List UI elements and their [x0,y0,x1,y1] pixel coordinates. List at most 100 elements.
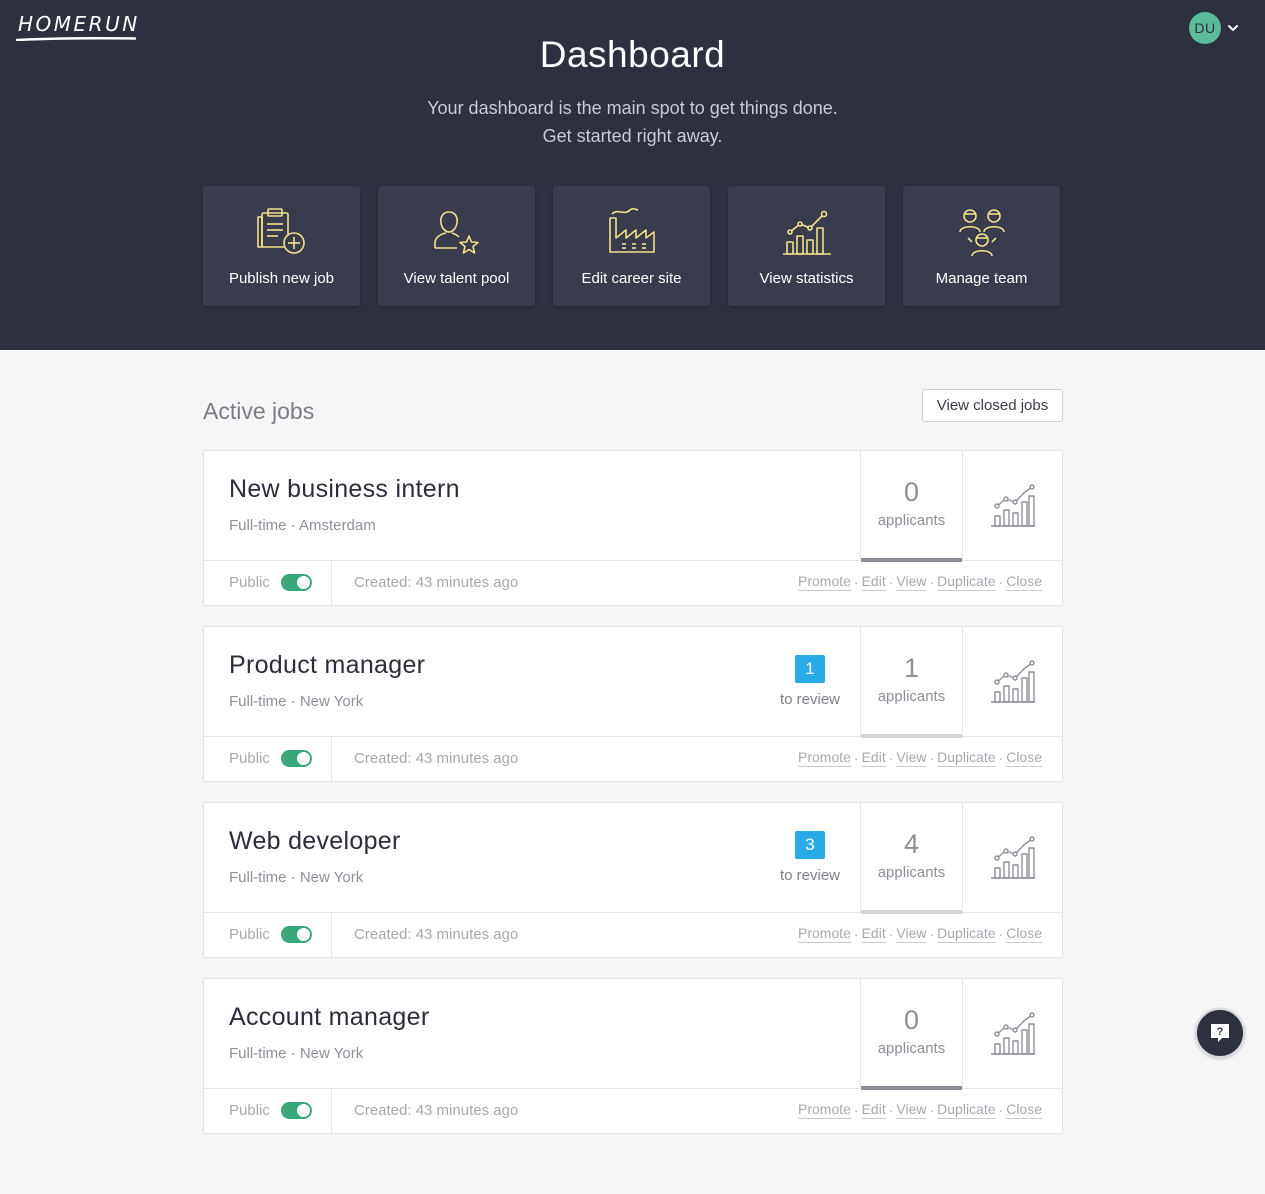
separator: · [929,750,935,766]
job-statistics-button[interactable] [962,979,1062,1089]
job-card: Account manager Full-time · New York 0 a… [203,978,1063,1134]
applicants-count: 4 [903,829,920,859]
public-toggle[interactable] [281,926,312,943]
dashboard-hero: HOMERUN DU Dashboard Your dashboard is t… [0,0,1265,350]
active-jobs-heading: Active jobs [203,398,315,424]
to-review-counter[interactable]: 3 to review [764,831,856,884]
job-title[interactable]: Web developer [229,827,401,856]
view-closed-jobs-button[interactable]: View closed jobs [922,389,1063,422]
view-link[interactable]: View [896,925,927,943]
applicants-counter[interactable]: 0 applicants [860,979,962,1090]
job-statistics-button[interactable] [962,451,1062,561]
statistics-icon [990,484,1035,527]
manage-team-button[interactable]: Manage team [903,186,1060,306]
to-review-counter[interactable]: 1 to review [764,655,856,708]
applicants-counter[interactable]: 0 applicants [860,451,962,562]
job-title[interactable]: Product manager [229,651,425,680]
created-timestamp: Created: 43 minutes ago [354,750,519,767]
duplicate-link[interactable]: Duplicate [937,1101,996,1119]
to-review-label: to review [779,867,841,884]
help-chat-icon: ? [1211,1024,1229,1042]
job-title[interactable]: New business intern [229,475,460,504]
edit-career-site-button[interactable]: Edit career site [553,186,710,306]
job-meta: Full-time · New York [229,869,364,886]
promote-link[interactable]: Promote [798,1101,851,1119]
promote-link[interactable]: Promote [798,925,851,943]
page-subtitle-line1: Your dashboard is the main spot to get t… [427,98,838,118]
promote-link[interactable]: Promote [798,749,851,767]
visibility-control: Public [204,561,332,605]
job-card-footer: Public Created: 43 minutes ago Promote · … [204,1089,1062,1133]
homerun-logo[interactable]: HOMERUN [18,12,140,36]
to-review-badge: 1 [795,655,825,683]
close-link[interactable]: Close [1006,749,1042,767]
duplicate-link[interactable]: Duplicate [937,749,996,767]
job-meta: Full-time · New York [229,1045,364,1062]
visibility-label: Public [229,926,270,943]
public-toggle[interactable] [281,574,312,591]
job-statistics-button[interactable] [962,803,1062,913]
edit-link[interactable]: Edit [861,573,886,591]
job-card-footer: Public Created: 43 minutes ago Promote · … [204,913,1062,957]
statistics-icon [990,1012,1035,1055]
public-toggle[interactable] [281,1102,312,1119]
close-link[interactable]: Close [1006,573,1042,591]
separator: · [888,926,894,942]
to-review-label: to review [779,691,841,708]
applicants-counter[interactable]: 4 applicants [860,803,962,914]
job-card-header: Web developer Full-time · New York 3 to … [204,803,1062,914]
close-link[interactable]: Close [1006,1101,1042,1119]
job-meta: Full-time · New York [229,693,364,710]
job-card: New business intern Full-time · Amsterda… [203,450,1063,606]
publish-new-job-label: Publish new job [228,270,335,287]
separator: · [888,1102,894,1118]
help-chat-button[interactable]: ? [1195,1008,1245,1058]
duplicate-link[interactable]: Duplicate [937,925,996,943]
view-link[interactable]: View [896,1101,927,1119]
applicants-counter[interactable]: 1 applicants [860,627,962,738]
view-statistics-button[interactable]: View statistics [728,186,885,306]
visibility-label: Public [229,750,270,767]
job-actions: Promote · Edit · View · Duplicate · Close [798,925,1042,943]
separator: · [998,574,1004,590]
job-card: Web developer Full-time · New York 3 to … [203,802,1063,958]
job-title[interactable]: Account manager [229,1003,429,1032]
job-card-footer: Public Created: 43 minutes ago Promote · … [204,561,1062,605]
job-statistics-button[interactable] [962,627,1062,737]
job-card-footer: Public Created: 43 minutes ago Promote · … [204,737,1062,781]
job-meta: Full-time · Amsterdam [229,517,376,534]
view-talent-pool-button[interactable]: View talent pool [378,186,535,306]
separator: · [998,1102,1004,1118]
promote-link[interactable]: Promote [798,573,851,591]
separator: · [853,926,859,942]
quick-actions: Publish new job View talent pool Edit ca… [203,186,1060,306]
applicants-label: applicants [877,864,946,881]
separator: · [853,574,859,590]
toggle-knob [297,1104,310,1117]
edit-link[interactable]: Edit [861,749,886,767]
close-link[interactable]: Close [1006,925,1042,943]
applicants-label: applicants [877,688,946,705]
edit-link[interactable]: Edit [861,1101,886,1119]
duplicate-link[interactable]: Duplicate [937,573,996,591]
edit-link[interactable]: Edit [861,925,886,943]
toggle-knob [297,576,310,589]
manage-team-label: Manage team [935,270,1028,287]
job-card: Product manager Full-time · New York 1 t… [203,626,1063,782]
publish-new-job-button[interactable]: Publish new job [203,186,360,306]
public-toggle[interactable] [281,750,312,767]
job-card-header: Account manager Full-time · New York 0 a… [204,979,1062,1090]
toggle-knob [297,928,310,941]
separator: · [888,574,894,590]
visibility-control: Public [204,913,332,957]
view-link[interactable]: View [896,573,927,591]
created-timestamp: Created: 43 minutes ago [354,1102,519,1119]
view-link[interactable]: View [896,749,927,767]
chevron-down-icon [1228,25,1238,31]
page-subtitle-line2: Get started right away. [542,126,723,146]
user-star-icon [433,211,479,254]
statistics-icon [990,660,1035,703]
job-actions: Promote · Edit · View · Duplicate · Close [798,573,1042,591]
job-card-header: New business intern Full-time · Amsterda… [204,451,1062,562]
separator: · [929,926,935,942]
